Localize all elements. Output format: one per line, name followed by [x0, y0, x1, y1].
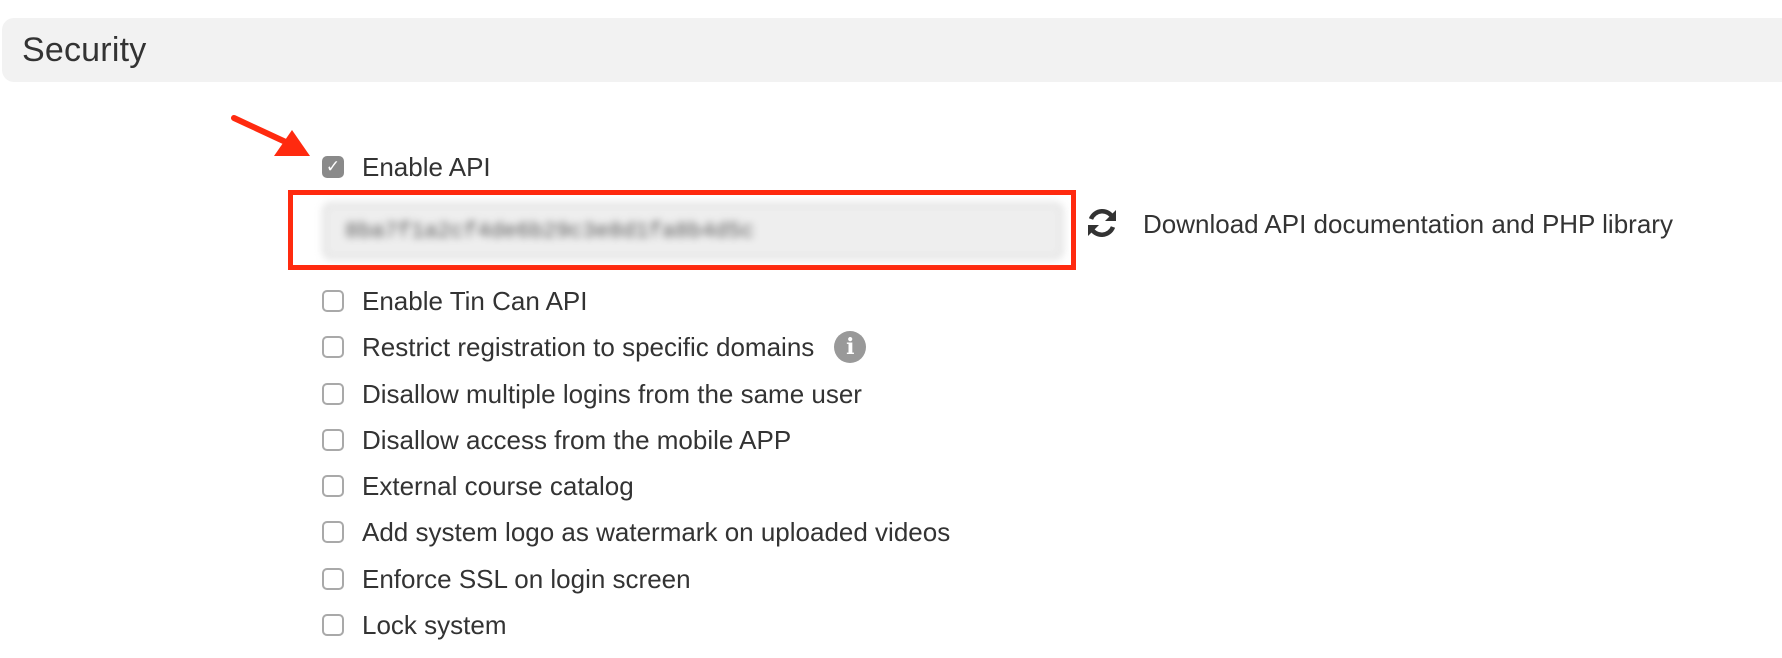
option-external-course-catalog[interactable]: External course catalog	[322, 469, 634, 503]
section-header: Security	[2, 18, 1782, 82]
option-label: Enable Tin Can API	[362, 285, 588, 316]
section-title: Security	[22, 30, 147, 69]
option-checkbox[interactable]	[322, 336, 344, 358]
check-icon: ✓	[325, 156, 341, 177]
option-label: Enforce SSL on login screen	[362, 563, 691, 594]
option-enable-tin-can-api[interactable]: Enable Tin Can API	[322, 284, 587, 318]
option-checkbox[interactable]	[322, 290, 344, 312]
enable-api-checkbox[interactable]: ✓	[322, 156, 344, 178]
option-disallow-multiple-logins[interactable]: Disallow multiple logins from the same u…	[322, 377, 862, 411]
option-label: Lock system	[362, 609, 507, 640]
api-key-highlight	[288, 190, 1076, 270]
option-disallow-mobile-app[interactable]: Disallow access from the mobile APP	[322, 423, 791, 457]
option-checkbox[interactable]	[322, 475, 344, 497]
download-api-docs-link[interactable]: Download API documentation and PHP libra…	[1143, 206, 1673, 242]
option-label: Disallow access from the mobile APP	[362, 424, 792, 455]
info-icon[interactable]: i	[834, 331, 867, 363]
option-label: External course catalog	[362, 470, 634, 501]
option-checkbox[interactable]	[322, 614, 344, 636]
option-lock-system[interactable]: Lock system	[322, 608, 507, 642]
option-restrict-registration[interactable]: Restrict registration to specific domain…	[322, 330, 867, 364]
option-label: Restrict registration to specific domain…	[362, 331, 815, 362]
option-watermark-videos[interactable]: Add system logo as watermark on uploaded…	[322, 515, 950, 549]
option-checkbox[interactable]	[322, 383, 344, 405]
arrow-icon	[231, 115, 310, 156]
enable-api-option[interactable]: ✓ Enable API	[322, 150, 491, 184]
security-settings-page: Security ✓ Enable API Download API docum…	[0, 0, 1782, 658]
option-label: Disallow multiple logins from the same u…	[362, 378, 862, 409]
option-checkbox[interactable]	[322, 521, 344, 543]
option-enforce-ssl[interactable]: Enforce SSL on login screen	[322, 562, 691, 596]
option-checkbox[interactable]	[322, 568, 344, 590]
enable-api-label: Enable API	[362, 151, 491, 182]
refresh-icon[interactable]	[1086, 206, 1118, 240]
option-label: Add system logo as watermark on uploaded…	[362, 516, 951, 547]
api-key-field[interactable]	[323, 203, 1063, 259]
option-checkbox[interactable]	[322, 429, 344, 451]
